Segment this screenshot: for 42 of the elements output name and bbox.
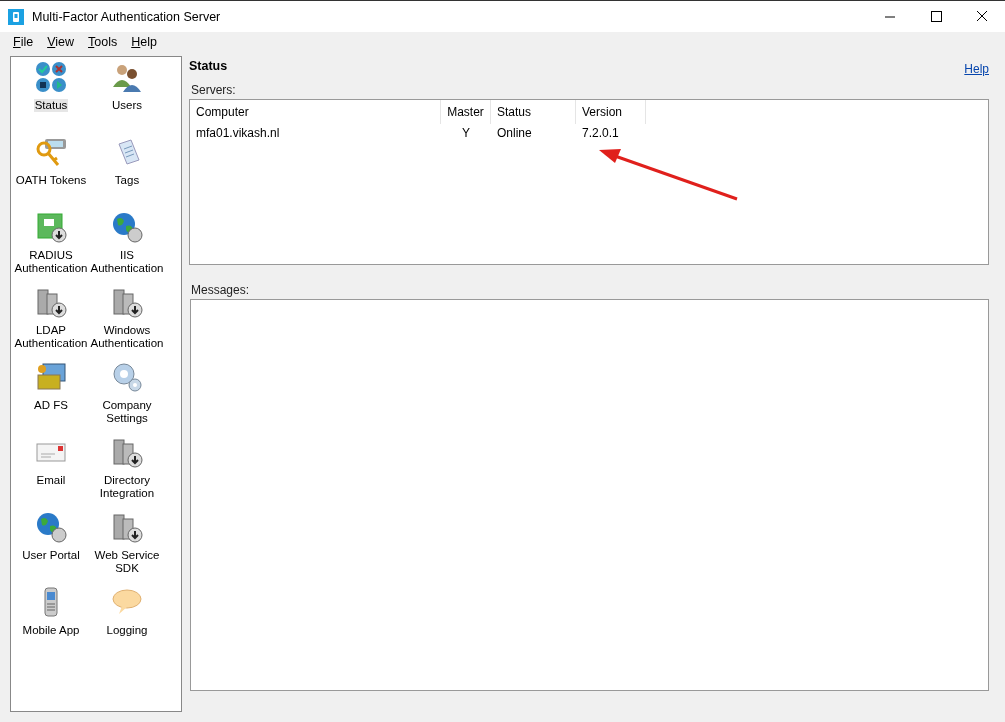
section-label: Messages: xyxy=(191,283,251,297)
server-icon xyxy=(111,286,143,318)
server-icon xyxy=(111,511,143,543)
table-cell-text: Online xyxy=(496,125,533,142)
window-title: Multi-Factor Authentication Server xyxy=(32,9,221,24)
menu-item[interactable]: Tools xyxy=(81,35,125,49)
sidebar-item[interactable]: Status xyxy=(33,99,69,112)
key-icon xyxy=(35,136,67,168)
column-header[interactable]: Version xyxy=(576,100,646,124)
menu-item[interactable]: Help xyxy=(124,35,164,49)
column-header[interactable]: Status xyxy=(491,100,576,124)
server-icon xyxy=(111,436,143,468)
sidebar-item[interactable]: IIS Authentication xyxy=(89,249,165,275)
page-title: Status xyxy=(189,59,228,75)
table-cell-text: 7.2.0.1 xyxy=(581,125,620,142)
globe-server-icon xyxy=(111,211,143,243)
table-cell-text: Y xyxy=(461,125,471,142)
help-link[interactable]: Help xyxy=(964,62,989,76)
menu-item[interactable]: File xyxy=(6,35,41,49)
sidebar-item[interactable]: LDAP Authentication xyxy=(13,324,89,350)
column-header[interactable]: Master xyxy=(441,100,491,124)
menu-item[interactable]: View xyxy=(40,35,82,49)
sidebar-item[interactable]: Users xyxy=(111,99,143,112)
sidebar-item[interactable]: Windows Authentication xyxy=(89,324,165,350)
sidebar-item[interactable]: Directory Integration xyxy=(89,474,165,500)
sidebar-item[interactable]: Mobile App xyxy=(21,624,81,637)
sidebar-item[interactable]: Email xyxy=(35,474,67,487)
sidebar-item[interactable]: Company Settings xyxy=(89,399,165,425)
server-icon xyxy=(35,286,67,318)
sidebar-item[interactable]: AD FS xyxy=(33,399,69,412)
app-icon xyxy=(8,8,24,25)
sidebar-item[interactable]: RADIUS Authentication xyxy=(13,249,89,275)
sidebar-item[interactable]: Logging xyxy=(105,624,149,637)
sidebar-item[interactable]: OATH Tokens xyxy=(14,174,88,187)
table-cell-text: mfa01.vikash.nl xyxy=(195,125,281,142)
sidebar-item[interactable]: Web Service SDK xyxy=(89,549,165,575)
board-icon xyxy=(35,211,67,243)
section-label: Servers: xyxy=(191,83,237,97)
column-header[interactable]: Computer xyxy=(190,100,441,124)
sidebar-item[interactable]: User Portal xyxy=(21,549,81,562)
sidebar-item[interactable]: Tags xyxy=(113,174,141,187)
status-icon xyxy=(35,61,67,93)
